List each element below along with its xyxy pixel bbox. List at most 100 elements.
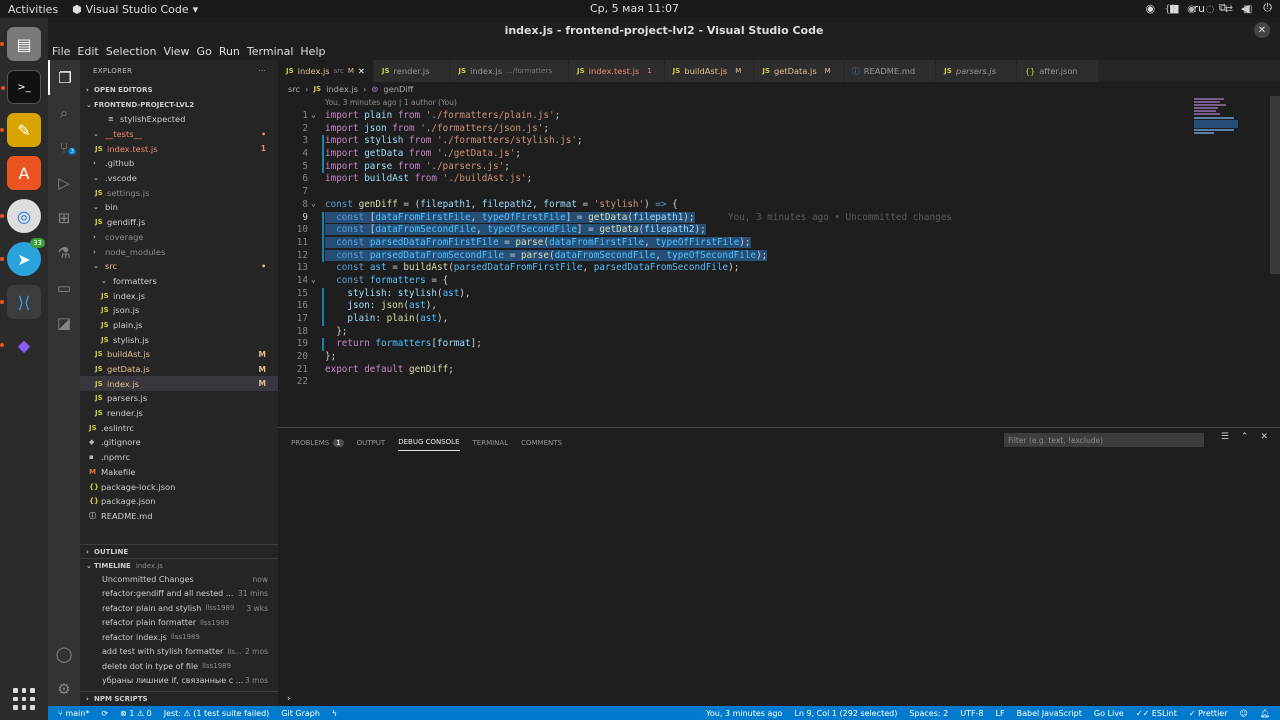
code-line[interactable]: 21 export default genDiff;: [278, 364, 1268, 377]
code-line[interactable]: 12 const parsedDataFromSecondFile = pars…: [278, 249, 1268, 263]
open-changes-icon[interactable]: ◉: [1187, 4, 1196, 15]
file-tree-item[interactable]: {} package.json: [80, 494, 278, 509]
code-line[interactable]: 2 import json from './formatters/json.js'…: [278, 123, 1268, 136]
split-editor-icon[interactable]: ▥: [1243, 4, 1252, 15]
file-tree-item[interactable]: ◆ .gitignore: [80, 435, 278, 450]
code-line[interactable]: 6 import buildAst from './buildAst.js';: [278, 173, 1268, 186]
language-mode[interactable]: Babel JavaScript: [1017, 709, 1082, 718]
code-line[interactable]: 14 ⌄ const formatters = {: [278, 275, 1268, 288]
file-tree-item[interactable]: ⌄ formatters: [80, 274, 278, 289]
timeline-item[interactable]: refactor index.js llss1989: [80, 630, 278, 645]
files-icon[interactable]: ▤: [0, 27, 41, 61]
show-apps-icon[interactable]: [13, 688, 35, 710]
git-graph-button[interactable]: Git Graph: [281, 709, 320, 718]
chromium-icon[interactable]: ◎: [0, 199, 41, 233]
software-center-icon[interactable]: A: [7, 156, 41, 190]
file-tree-item[interactable]: JS index.js: [80, 288, 278, 303]
fold-chevron-icon[interactable]: ⌄: [311, 199, 316, 208]
code-line[interactable]: 1 ⌄ import plain from './formatters/plain.…: [278, 110, 1268, 123]
code-line[interactable]: 13 const ast = buildAst(parsedDataFromFi…: [278, 262, 1268, 275]
timeline-item[interactable]: add test with stylish formatter lls... 2 m…: [80, 645, 278, 660]
editor-tab[interactable]: JS index.js src M ✕: [278, 60, 374, 82]
tab-comments[interactable]: COMMENTS: [521, 439, 562, 447]
code-line[interactable]: 5 import parse from './parsers.js';: [278, 160, 1268, 174]
timeline-item[interactable]: убраны лишние if, связанные с ... 3 mos: [80, 674, 278, 689]
close-icon[interactable]: ✕: [358, 66, 365, 76]
filter-input[interactable]: Filter (e.g. text, !exclude): [1004, 433, 1204, 447]
tab-output[interactable]: OUTPUT: [357, 439, 386, 447]
editor-tab[interactable]: JS index.test.js 1: [569, 60, 665, 82]
editor-tab[interactable]: JS render.js: [373, 60, 451, 82]
file-tree-item[interactable]: JS .eslintrc: [80, 420, 278, 435]
editor-tab[interactable]: {} after.json: [1017, 60, 1099, 82]
clear-console-icon[interactable]: ☰: [1221, 432, 1229, 442]
jest-status[interactable]: Jest: ⚠ (1 test suite failed): [164, 709, 270, 718]
previous-change-icon[interactable]: ◌: [1206, 4, 1215, 15]
tab-terminal[interactable]: TERMINAL: [473, 439, 509, 447]
code-line[interactable]: 18 };: [278, 326, 1268, 339]
timeline-section[interactable]: ⌄ TIMELINE index.js: [80, 558, 278, 573]
app-menu[interactable]: ⬢ Visual Studio Code ▾: [72, 3, 198, 16]
jest-icon[interactable]: ⚗: [48, 235, 80, 270]
timeline-item[interactable]: refactor plain formatter llss1989: [80, 616, 278, 631]
code-line[interactable]: 8 ⌄ const genDiff = (filepath1, filepath2,…: [278, 199, 1268, 212]
extensions-icon[interactable]: ⊞: [48, 200, 80, 235]
fold-chevron-icon[interactable]: ⌄: [311, 275, 316, 284]
code-editor[interactable]: 1 ⌄ import plain from './formatters/plain.…: [278, 110, 1268, 390]
codelens-blame[interactable]: You, 3 minutes ago | 1 author (You): [325, 98, 457, 107]
docker-icon[interactable]: ◪: [48, 305, 80, 340]
menu-go[interactable]: Go: [197, 45, 212, 58]
lightning-icon[interactable]: ϟ: [332, 709, 337, 718]
fold-chevron-icon[interactable]: ⌄: [311, 110, 316, 119]
file-tree-item[interactable]: JS index.test.js 1: [80, 141, 278, 156]
branch-indicator[interactable]: ⑂ main*: [58, 709, 89, 718]
timeline-item[interactable]: refactor plain and stylish llss1989 3 wks: [80, 601, 278, 616]
console-prompt[interactable]: ›: [287, 694, 291, 704]
more-actions-icon[interactable]: ···: [1262, 4, 1272, 15]
open-editors-section[interactable]: › OPEN EDITORS: [80, 82, 278, 97]
accounts-icon[interactable]: ◯: [48, 636, 80, 671]
file-tree-item[interactable]: JS buildAst.js M: [80, 347, 278, 362]
close-panel-icon[interactable]: ✕: [1260, 432, 1268, 442]
code-line[interactable]: 15 stylish: stylish(ast),: [278, 287, 1268, 301]
file-tree-item[interactable]: › coverage: [80, 230, 278, 245]
editor-tab[interactable]: JS index.js .../formatters: [450, 60, 569, 82]
eslint-status[interactable]: ✓✓ ESLint: [1136, 709, 1177, 718]
timeline-item[interactable]: Uncommitted Changes now: [80, 572, 278, 587]
file-tree-item[interactable]: JS getData.js M: [80, 362, 278, 377]
git-compare-icon[interactable]: ⇄: [1225, 4, 1233, 15]
file-tree-item[interactable]: JS index.js M: [80, 376, 278, 392]
remote-explorer-icon[interactable]: ▭: [48, 270, 80, 305]
file-tree-item[interactable]: ⌄ src •: [80, 259, 278, 274]
menu-view[interactable]: View: [163, 45, 189, 58]
cursor-position[interactable]: Ln 9, Col 1 (292 selected): [794, 709, 897, 718]
breadcrumb-file[interactable]: index.js: [326, 84, 358, 94]
more-actions-icon[interactable]: ···: [258, 67, 266, 75]
menu-run[interactable]: Run: [219, 45, 240, 58]
code-line[interactable]: 17 plain: plain(ast),: [278, 313, 1268, 326]
project-section[interactable]: ⌄ FRONTEND-PROJECT-LVL2: [80, 97, 278, 112]
file-tree-item[interactable]: JS render.js: [80, 406, 278, 421]
menu-help[interactable]: Help: [300, 45, 325, 58]
file-tree-item[interactable]: › node_modules: [80, 244, 278, 259]
file-tree-item[interactable]: JS json.js: [80, 303, 278, 318]
code-line[interactable]: 19 return formatters[format];: [278, 338, 1268, 352]
file-tree-item[interactable]: JS plain.js: [80, 318, 278, 333]
activities-button[interactable]: Activities: [0, 3, 68, 16]
tab-problems[interactable]: PROBLEMS 1: [291, 438, 344, 447]
file-tree-item[interactable]: JS stylish.js: [80, 332, 278, 347]
menu-terminal[interactable]: Terminal: [247, 45, 294, 58]
tab-debug-console[interactable]: DEBUG CONSOLE: [398, 438, 460, 451]
code-line[interactable]: 20};: [278, 351, 1268, 364]
obsidian-icon[interactable]: ◆: [0, 328, 41, 362]
feedback-icon[interactable]: ☺: [1240, 709, 1248, 718]
sync-icon[interactable]: ⟳: [101, 709, 108, 718]
file-tree-item[interactable]: ⌄ bin: [80, 200, 278, 215]
code-line[interactable]: 4 import getData from './getData.js';: [278, 148, 1268, 161]
breadcrumb-symbol[interactable]: genDiff: [383, 84, 413, 94]
npm-scripts-section[interactable]: › NPM SCRIPTS: [80, 691, 278, 706]
menu-edit[interactable]: Edit: [77, 45, 98, 58]
editor-tab[interactable]: JS buildAst.js M: [664, 60, 755, 82]
encoding[interactable]: UTF-8: [960, 709, 983, 718]
source-control-icon[interactable]: ⑂ 3: [48, 130, 80, 165]
